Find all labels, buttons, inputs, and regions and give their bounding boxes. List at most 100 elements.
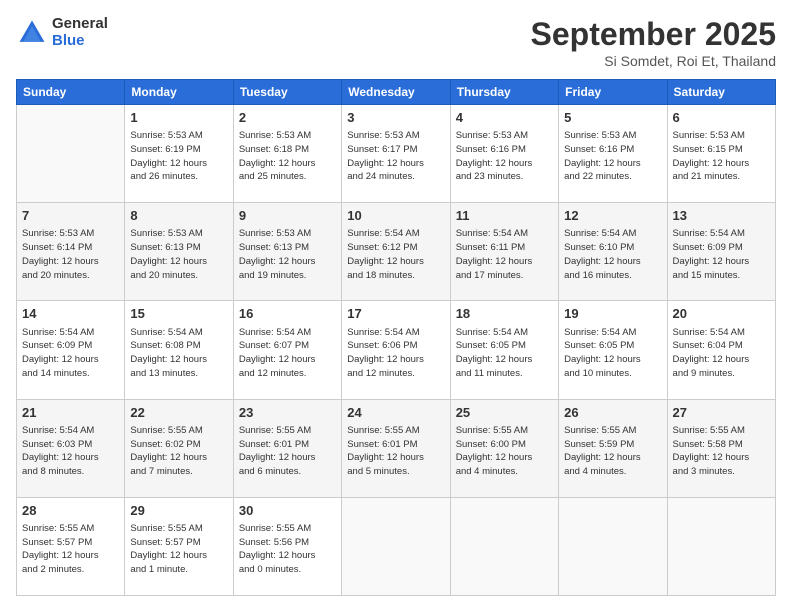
day-number: 6 <box>673 109 770 127</box>
day-number: 24 <box>347 404 444 422</box>
calendar-cell: 12Sunrise: 5:54 AM Sunset: 6:10 PM Dayli… <box>559 203 667 301</box>
calendar-cell: 15 Sunrise: 5:54 AM Sunset: 6:08 PM Dayli… <box>125 301 233 399</box>
calendar-cell: 18Sunrise: 5:54 AM Sunset: 6:05 PM Dayli… <box>450 301 558 399</box>
calendar-cell: 8 Sunrise: 5:53 AM Sunset: 6:13 PM Daylig… <box>125 203 233 301</box>
day-info: Sunrise: 5:54 AM Sunset: 6:07 PM Dayligh… <box>239 326 336 381</box>
col-header-thursday: Thursday <box>450 80 558 105</box>
calendar-cell: 19 Sunrise: 5:54 AM Sunset: 6:05 PM Dayli… <box>559 301 667 399</box>
day-number: 30 <box>239 502 336 520</box>
day-number: 4 <box>456 109 553 127</box>
day-number: 11 <box>456 207 553 225</box>
calendar-header-row: SundayMondayTuesdayWednesdayThursdayFrid… <box>17 80 776 105</box>
day-info: Sunrise: 5:54 AM Sunset: 6:05 PM Dayligh… <box>564 326 661 381</box>
col-header-sunday: Sunday <box>17 80 125 105</box>
calendar-cell <box>17 105 125 203</box>
day-number: 25 <box>456 404 553 422</box>
day-info: Sunrise: 5:53 AM Sunset: 6:14 PM Dayligh… <box>22 227 119 282</box>
logo-general: General <box>52 16 108 33</box>
day-number: 5 <box>564 109 661 127</box>
day-info: Sunrise: 5:55 AM Sunset: 5:58 PM Dayligh… <box>673 424 770 479</box>
logo-icon <box>16 17 48 49</box>
day-info: Sunrise: 5:55 AM Sunset: 6:02 PM Dayligh… <box>130 424 227 479</box>
calendar-week-row: 7 Sunrise: 5:53 AM Sunset: 6:14 PM Daylig… <box>17 203 776 301</box>
day-number: 12 <box>564 207 661 225</box>
day-number: 23 <box>239 404 336 422</box>
day-number: 22 <box>130 404 227 422</box>
title-area: September 2025 Si Somdet, Roi Et, Thaila… <box>531 16 776 69</box>
day-info: Sunrise: 5:54 AM Sunset: 6:06 PM Dayligh… <box>347 326 444 381</box>
page: General Blue September 2025 Si Somdet, R… <box>0 0 792 612</box>
day-number: 28 <box>22 502 119 520</box>
day-number: 8 <box>130 207 227 225</box>
calendar-cell: 5 Sunrise: 5:53 AM Sunset: 6:16 PM Daylig… <box>559 105 667 203</box>
calendar-cell: 14Sunrise: 5:54 AM Sunset: 6:09 PM Dayli… <box>17 301 125 399</box>
day-number: 15 <box>130 305 227 323</box>
day-info: Sunrise: 5:53 AM Sunset: 6:15 PM Dayligh… <box>673 129 770 184</box>
calendar-cell: 2 Sunrise: 5:53 AM Sunset: 6:18 PM Daylig… <box>233 105 341 203</box>
calendar-cell: 13 Sunrise: 5:54 AM Sunset: 6:09 PM Dayli… <box>667 203 775 301</box>
day-number: 13 <box>673 207 770 225</box>
day-number: 17 <box>347 305 444 323</box>
day-info: Sunrise: 5:54 AM Sunset: 6:05 PM Dayligh… <box>456 326 553 381</box>
col-header-friday: Friday <box>559 80 667 105</box>
calendar-cell <box>342 497 450 595</box>
calendar-cell: 27 Sunrise: 5:55 AM Sunset: 5:58 PM Dayli… <box>667 399 775 497</box>
col-header-tuesday: Tuesday <box>233 80 341 105</box>
calendar-cell: 28 Sunrise: 5:55 AM Sunset: 5:57 PM Dayli… <box>17 497 125 595</box>
calendar-week-row: 21 Sunrise: 5:54 AM Sunset: 6:03 PM Dayli… <box>17 399 776 497</box>
calendar-week-row: 14Sunrise: 5:54 AM Sunset: 6:09 PM Dayli… <box>17 301 776 399</box>
day-info: Sunrise: 5:54 AM Sunset: 6:08 PM Dayligh… <box>130 326 227 381</box>
calendar-cell: 26Sunrise: 5:55 AM Sunset: 5:59 PM Dayli… <box>559 399 667 497</box>
day-info: Sunrise: 5:55 AM Sunset: 5:59 PM Dayligh… <box>564 424 661 479</box>
subtitle: Si Somdet, Roi Et, Thailand <box>531 53 776 69</box>
calendar-cell <box>667 497 775 595</box>
day-info: Sunrise: 5:53 AM Sunset: 6:16 PM Dayligh… <box>564 129 661 184</box>
calendar-week-row: 1Sunrise: 5:53 AM Sunset: 6:19 PM Daylig… <box>17 105 776 203</box>
col-header-wednesday: Wednesday <box>342 80 450 105</box>
day-info: Sunrise: 5:53 AM Sunset: 6:17 PM Dayligh… <box>347 129 444 184</box>
calendar-cell: 4Sunrise: 5:53 AM Sunset: 6:16 PM Daylig… <box>450 105 558 203</box>
day-info: Sunrise: 5:54 AM Sunset: 6:09 PM Dayligh… <box>673 227 770 282</box>
day-info: Sunrise: 5:54 AM Sunset: 6:11 PM Dayligh… <box>456 227 553 282</box>
calendar-cell: 1Sunrise: 5:53 AM Sunset: 6:19 PM Daylig… <box>125 105 233 203</box>
calendar-cell: 11 Sunrise: 5:54 AM Sunset: 6:11 PM Dayli… <box>450 203 558 301</box>
calendar-cell: 20 Sunrise: 5:54 AM Sunset: 6:04 PM Dayli… <box>667 301 775 399</box>
day-info: Sunrise: 5:53 AM Sunset: 6:19 PM Dayligh… <box>130 129 227 184</box>
day-info: Sunrise: 5:55 AM Sunset: 6:01 PM Dayligh… <box>347 424 444 479</box>
day-info: Sunrise: 5:54 AM Sunset: 6:03 PM Dayligh… <box>22 424 119 479</box>
calendar-cell: 22 Sunrise: 5:55 AM Sunset: 6:02 PM Dayli… <box>125 399 233 497</box>
day-number: 29 <box>130 502 227 520</box>
day-info: Sunrise: 5:53 AM Sunset: 6:13 PM Dayligh… <box>239 227 336 282</box>
calendar-cell: 25Sunrise: 5:55 AM Sunset: 6:00 PM Dayli… <box>450 399 558 497</box>
calendar-cell: 30 Sunrise: 5:55 AM Sunset: 5:56 PM Dayli… <box>233 497 341 595</box>
day-info: Sunrise: 5:54 AM Sunset: 6:04 PM Dayligh… <box>673 326 770 381</box>
calendar-cell: 16Sunrise: 5:54 AM Sunset: 6:07 PM Dayli… <box>233 301 341 399</box>
day-number: 2 <box>239 109 336 127</box>
calendar-cell <box>559 497 667 595</box>
day-info: Sunrise: 5:53 AM Sunset: 6:18 PM Dayligh… <box>239 129 336 184</box>
col-header-saturday: Saturday <box>667 80 775 105</box>
calendar-cell: 7 Sunrise: 5:53 AM Sunset: 6:14 PM Daylig… <box>17 203 125 301</box>
calendar-week-row: 28 Sunrise: 5:55 AM Sunset: 5:57 PM Dayli… <box>17 497 776 595</box>
day-info: Sunrise: 5:55 AM Sunset: 6:01 PM Dayligh… <box>239 424 336 479</box>
day-info: Sunrise: 5:55 AM Sunset: 5:56 PM Dayligh… <box>239 522 336 577</box>
calendar-cell: 3Sunrise: 5:53 AM Sunset: 6:17 PM Daylig… <box>342 105 450 203</box>
col-header-monday: Monday <box>125 80 233 105</box>
calendar-cell: 21 Sunrise: 5:54 AM Sunset: 6:03 PM Dayli… <box>17 399 125 497</box>
day-number: 20 <box>673 305 770 323</box>
day-number: 7 <box>22 207 119 225</box>
calendar-cell: 23 Sunrise: 5:55 AM Sunset: 6:01 PM Dayli… <box>233 399 341 497</box>
day-info: Sunrise: 5:55 AM Sunset: 5:57 PM Dayligh… <box>22 522 119 577</box>
day-number: 19 <box>564 305 661 323</box>
day-info: Sunrise: 5:54 AM Sunset: 6:09 PM Dayligh… <box>22 326 119 381</box>
day-info: Sunrise: 5:53 AM Sunset: 6:13 PM Dayligh… <box>130 227 227 282</box>
day-number: 21 <box>22 404 119 422</box>
header: General Blue September 2025 Si Somdet, R… <box>16 16 776 69</box>
day-number: 27 <box>673 404 770 422</box>
day-number: 10 <box>347 207 444 225</box>
logo: General Blue <box>16 16 108 49</box>
logo-text: General Blue <box>52 16 108 49</box>
calendar-cell <box>450 497 558 595</box>
calendar-cell: 10Sunrise: 5:54 AM Sunset: 6:12 PM Dayli… <box>342 203 450 301</box>
day-info: Sunrise: 5:55 AM Sunset: 5:57 PM Dayligh… <box>130 522 227 577</box>
